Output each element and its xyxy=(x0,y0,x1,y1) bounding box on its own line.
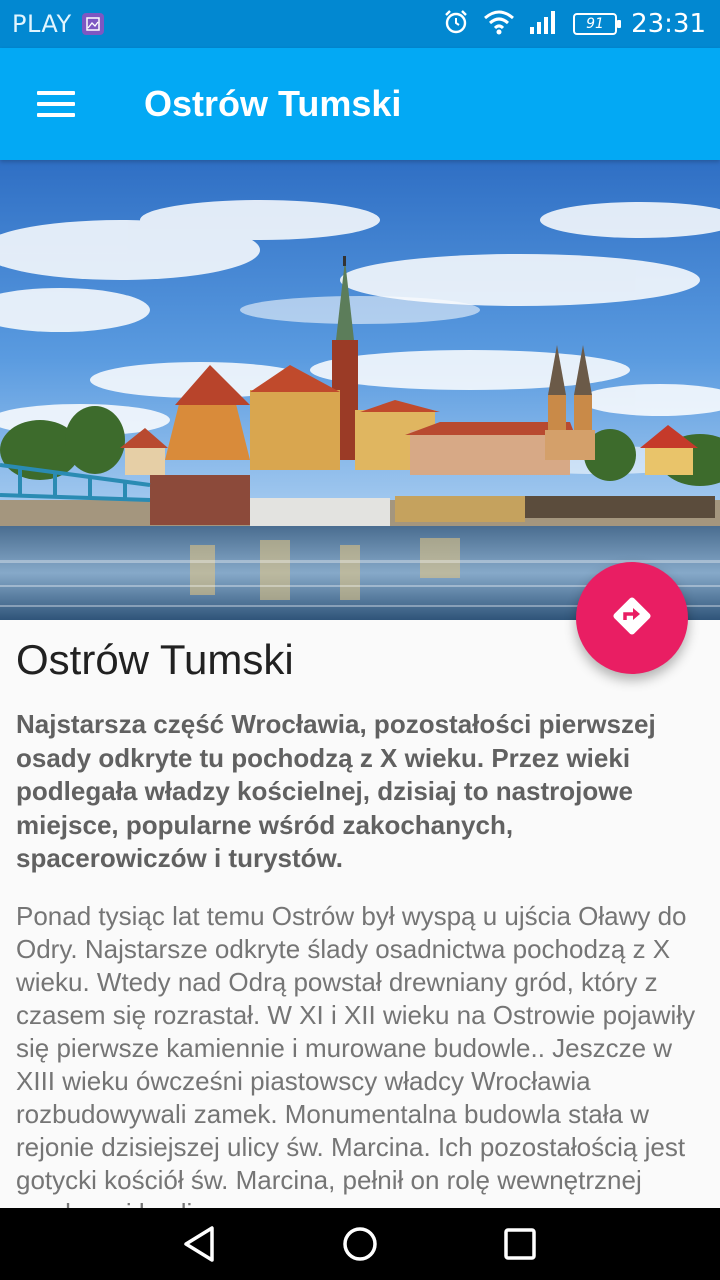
hero-image xyxy=(0,160,720,620)
directions-button[interactable] xyxy=(576,562,688,674)
back-icon[interactable] xyxy=(170,1214,230,1274)
hamburger-lines xyxy=(37,91,75,117)
carrier-label: PLAY xyxy=(12,10,72,38)
status-time: 23:31 xyxy=(631,9,706,39)
app-bar: Ostrów Tumski xyxy=(0,48,720,160)
navigation-bar xyxy=(0,1208,720,1280)
battery-icon: 91 xyxy=(573,13,622,35)
signal-icon xyxy=(529,9,559,39)
alarm-icon xyxy=(443,9,469,39)
gallery-icon xyxy=(81,13,104,35)
screen: PLAY 91 23:31 Ostrów Tumski Ostrów Tumsk… xyxy=(0,0,720,1280)
status-left: PLAY xyxy=(12,10,104,38)
app-bar-title: Ostrów Tumski xyxy=(144,83,402,124)
recents-icon[interactable] xyxy=(490,1214,550,1274)
status-bar: PLAY 91 23:31 xyxy=(0,0,720,48)
article-lead: Najstarsza część Wrocławia, pozostałości… xyxy=(16,709,656,873)
status-right: 91 23:31 xyxy=(443,9,706,39)
home-icon[interactable] xyxy=(330,1214,390,1274)
article-content: Ostrów Tumski Najstarsza część Wrocławia… xyxy=(16,636,706,1230)
hamburger-menu-icon[interactable] xyxy=(0,48,112,160)
article-body: Ponad tysiąc lat temu Ostrów był wyspą u… xyxy=(16,900,696,1228)
directions-icon xyxy=(610,594,654,642)
wifi-icon xyxy=(483,9,515,39)
